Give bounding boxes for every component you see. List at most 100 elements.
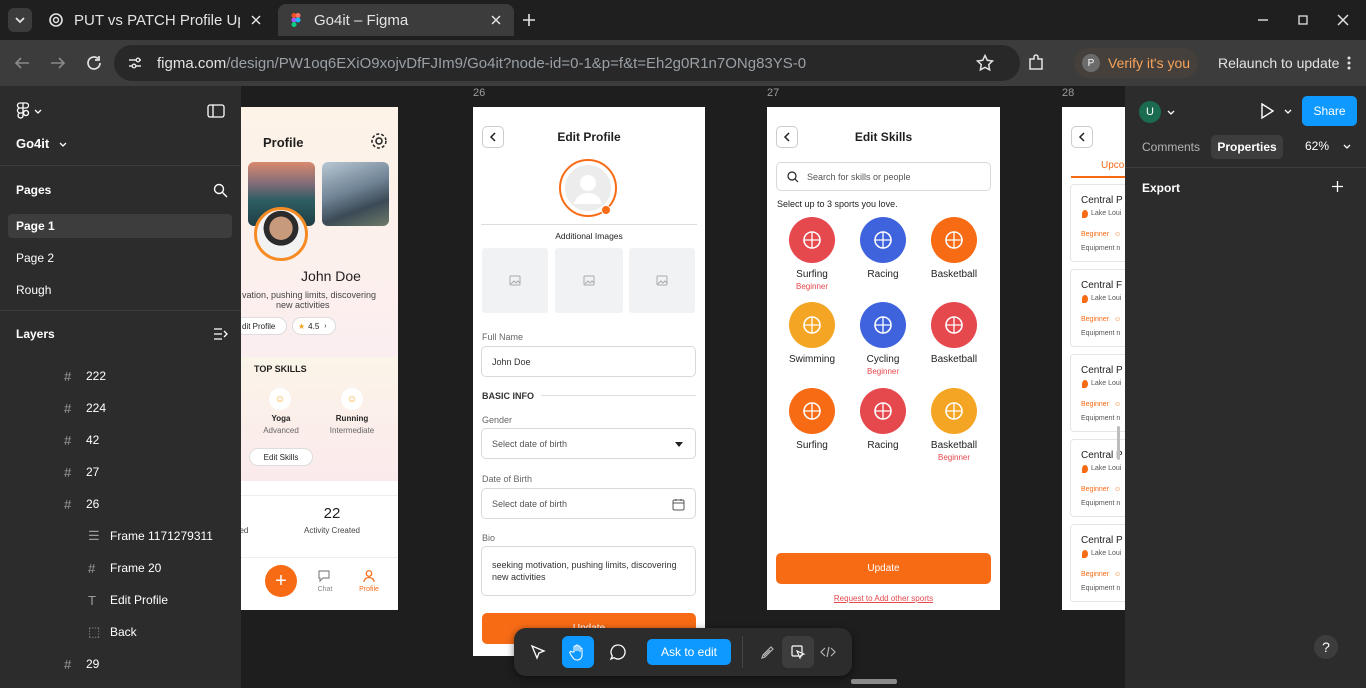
present-button[interactable] [1258,102,1292,120]
main-menu-button[interactable] [16,102,42,120]
hand-tool-button[interactable] [562,636,594,668]
event-card[interactable]: Central P Lake Loui Beginner ☺ Equipment n [1070,184,1125,262]
tab-comments[interactable]: Comments [1135,135,1207,159]
sport-option[interactable]: Swimming [777,302,847,365]
page-item-rough[interactable]: Rough [8,278,232,302]
extensions-icon[interactable] [1026,53,1046,73]
layer-item[interactable]: ☰ Frame 1171279311 [88,526,213,546]
sport-option[interactable]: Cycling Beginner [848,302,918,376]
browser-tab-put-vs-patch[interactable]: PUT vs PATCH Profile Upd [38,4,274,36]
add-activity-button[interactable]: + [265,565,297,597]
move-tool-button[interactable] [522,636,554,668]
browser-tab-figma[interactable]: Go4it – Figma [278,4,514,36]
ask-to-edit-button[interactable]: Ask to edit [647,639,731,665]
avatar: U [1139,101,1161,123]
mountain-image [322,162,389,226]
frame-label-28[interactable]: 28 [1062,87,1074,99]
tab-properties[interactable]: Properties [1211,135,1283,159]
gender-select[interactable]: Select date of birth [481,428,696,459]
layer-item[interactable]: ⬚ Back [88,622,137,642]
layer-item[interactable]: T Edit Profile [88,590,168,610]
search-icon[interactable] [213,183,228,198]
page-item-page-1[interactable]: Page 1 [8,214,232,238]
user-menu[interactable]: U [1139,101,1175,123]
canvas-scrollbar[interactable] [1117,426,1120,460]
restore-icon[interactable] [1296,13,1310,27]
sport-option[interactable]: Racing [848,217,918,280]
camera-badge-icon[interactable] [601,205,611,215]
layer-item[interactable]: #27 [64,462,99,482]
layer-item[interactable]: #26 [64,494,99,514]
frame-edit-skills[interactable]: Edit Skills Search for skills or people … [767,107,1000,610]
file-name-menu[interactable]: Go4it [16,136,67,151]
share-button[interactable]: Share [1302,96,1357,126]
nav-chat-label[interactable]: Chat [311,586,339,593]
draw-mode-button[interactable] [752,636,784,668]
verify-profile-chip[interactable]: P Verify it's you [1074,48,1198,78]
tab-upcoming[interactable]: Upco [1101,160,1124,171]
layer-item[interactable]: #224 [64,398,106,418]
hand-icon [569,644,583,661]
collapse-layers-icon[interactable] [213,327,228,341]
layer-item[interactable]: #42 [64,430,99,450]
sidebar-toggle-icon[interactable] [207,103,225,119]
chat-icon[interactable] [317,569,331,583]
sport-option[interactable]: Basketball [919,302,989,365]
page-item-page-2[interactable]: Page 2 [8,246,232,270]
layer-item[interactable]: #29 [64,654,99,674]
image-slot[interactable] [555,248,623,313]
design-canvas[interactable]: Profile John Doe vation, pushing limits,… [241,86,1125,688]
page-scrollbar[interactable] [851,680,897,684]
back-arrow-icon[interactable] [13,55,31,71]
layer-item[interactable]: #222 [64,366,106,386]
chevron-left-icon [1078,132,1085,142]
nav-profile-label[interactable]: Profile [354,586,384,593]
gear-icon[interactable] [369,131,389,151]
frame-edit-profile[interactable]: Edit Profile Additional Images Full Name… [473,107,705,656]
dob-input[interactable]: Select date of birth [481,488,696,519]
forward-arrow-icon[interactable] [49,55,67,71]
reload-icon[interactable] [85,54,103,72]
profile-icon[interactable] [362,569,376,583]
image-slot[interactable] [482,248,548,313]
site-settings-icon[interactable] [126,54,144,72]
frame-profile[interactable]: Profile John Doe vation, pushing limits,… [241,107,398,610]
frame-events[interactable]: Upco Central P Lake Loui Beginner ☺ Equipmen… [1062,107,1125,610]
sport-option[interactable]: Surfing Beginner [777,217,847,291]
new-tab-plus-icon[interactable] [521,12,537,28]
help-button[interactable]: ? [1314,635,1338,659]
full-name-input[interactable]: John Doe [481,346,696,377]
frame-label-26[interactable]: 26 [473,87,485,99]
plus-icon[interactable] [1331,180,1344,193]
design-mode-button[interactable] [782,636,814,668]
back-button[interactable] [1071,126,1093,148]
zoom-menu[interactable]: 62% [1305,139,1351,153]
comment-tool-button[interactable] [602,636,634,668]
edit-profile-button[interactable]: dit Profile [241,317,287,335]
image-slot[interactable] [629,248,695,313]
relaunch-button[interactable]: Relaunch to update [1208,48,1362,78]
skills-search-input[interactable]: Search for skills or people [776,162,991,191]
sport-option[interactable]: Basketball [919,217,989,280]
event-card[interactable]: Central F Lake Loui Beginner ☺ Equipment n [1070,269,1125,347]
sport-option[interactable]: Racing [848,388,918,451]
close-icon[interactable] [248,12,264,28]
bio-textarea[interactable]: seeking motivation, pushing limits, disc… [481,546,696,596]
request-sports-link[interactable]: Request to Add other sports [767,594,1000,603]
event-card[interactable]: Central P Lake Loui Beginner ☺ Equipment n [1070,354,1125,432]
event-card[interactable]: Central P Lake Loui Beginner ☺ Equipment n [1070,524,1125,602]
update-button[interactable]: Update [776,553,991,584]
sport-option[interactable]: Surfing [777,388,847,451]
minimize-icon[interactable] [1256,13,1270,27]
edit-skills-button[interactable]: Edit Skills [249,448,313,466]
bookmark-star-icon[interactable] [975,53,995,73]
play-icon [1261,102,1275,120]
sport-option[interactable]: Basketball Beginner [919,388,989,462]
frame-icon: # [64,656,72,672]
tab-search-dropdown[interactable] [8,8,32,32]
close-icon[interactable] [488,12,504,28]
close-window-icon[interactable] [1336,13,1350,27]
dev-mode-button[interactable] [812,636,844,668]
layer-item[interactable]: # Frame 20 [88,558,161,578]
frame-label-27[interactable]: 27 [767,87,779,99]
